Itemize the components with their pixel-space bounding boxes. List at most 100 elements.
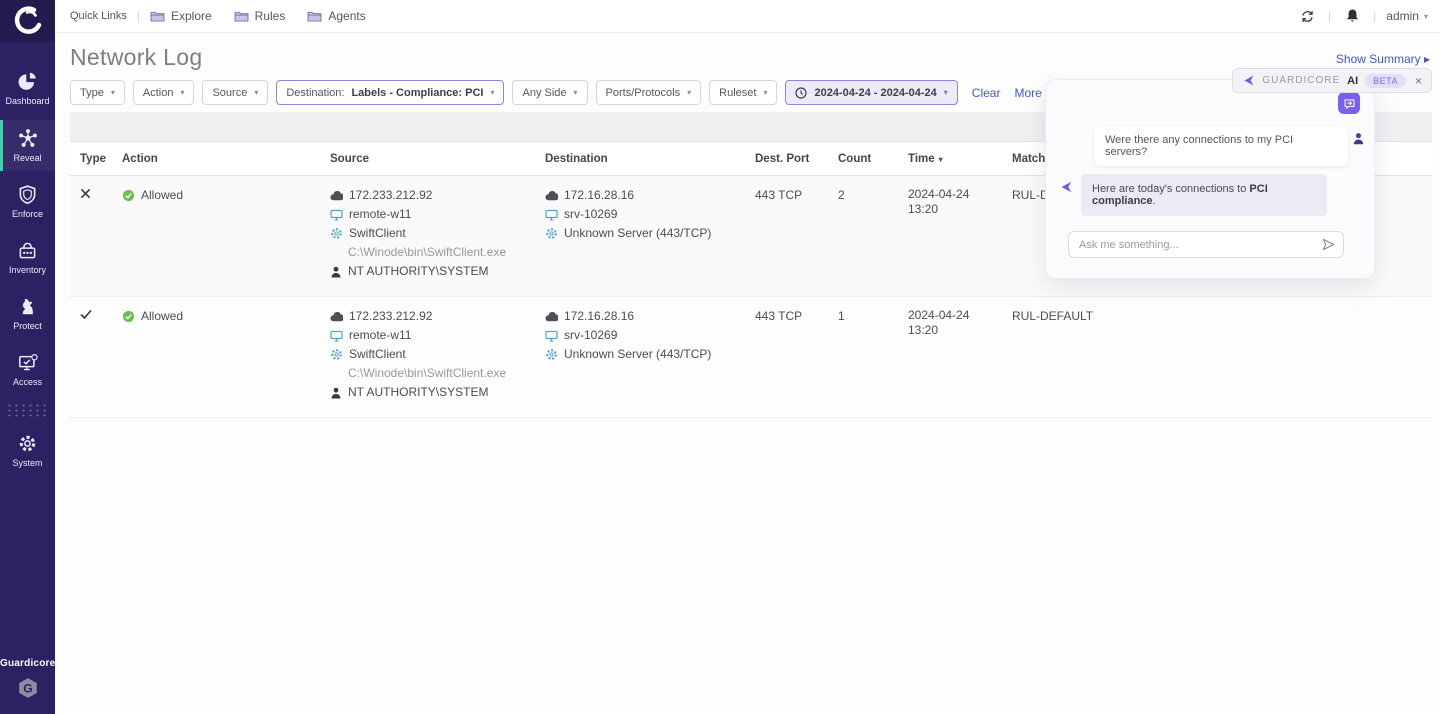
svg-text:G: G [23,681,32,695]
ai-message-prefix: Here are today's connections to [1092,183,1249,195]
chevron-down-icon: ▾ [111,88,115,97]
col-header-source[interactable]: Source [330,142,545,175]
enforce-shield-icon [18,185,37,204]
filter-date-range[interactable]: 2024-04-24 - 2024-04-24 ▾ [785,80,957,105]
topnav-item-label: Rules [255,9,286,23]
cloud-icon [330,312,343,322]
cell-time: 2024-04-24 13:20 [908,297,1012,417]
filter-destination[interactable]: Destination: Labels - Compliance: PCI ▾ [276,80,504,105]
topnav-item-label: Explore [171,9,212,23]
action-label: Allowed [141,308,183,325]
clock-icon [795,87,807,99]
cell-dest-port: 443 TCP [755,176,838,296]
topbar-divider: | [1373,9,1376,23]
sidebar-item-label: Access [13,377,42,387]
chat-ai-avatar-icon [1059,180,1073,199]
source-user: NT AUTHORITY\SYSTEM [348,263,488,280]
sidebar-item-reveal[interactable]: Reveal [0,120,55,171]
filter-label: Action [143,87,174,99]
source-ip: 172.233.212.92 [349,308,432,325]
topbar-divider: | [1328,9,1331,23]
filter-any-side[interactable]: Any Side ▾ [512,80,587,105]
sidebar-item-label: Dashboard [5,96,49,106]
cell-destination: 172.16.28.16 srv-10269 Unknown Server (4… [545,176,755,296]
refresh-button[interactable] [1296,5,1318,27]
col-header-time[interactable]: Time ▾ [908,142,1012,175]
guardicore-ai-chip[interactable]: GUARDICORE AI BETA × [1232,68,1432,93]
filter-ruleset[interactable]: Ruleset ▾ [709,80,777,105]
quick-links[interactable]: Quick Links [70,10,127,22]
process-gear-icon [545,227,558,240]
cell-dest-port: 443 TCP [755,297,838,417]
admin-menu[interactable]: admin ▾ [1386,9,1428,23]
sidebar-item-access[interactable]: Access [0,345,55,395]
sidebar-brand: Guardicore G [0,658,55,704]
dest-service: Unknown Server (443/TCP) [564,346,711,363]
ai-chip-ai: AI [1347,75,1358,87]
chevron-down-icon: ▾ [254,88,258,97]
beta-badge: BETA [1365,74,1406,88]
chevron-down-icon: ▾ [1424,12,1428,21]
access-terminal-icon [18,353,38,372]
host-icon [330,330,343,342]
sidebar-item-enforce[interactable]: Enforce [0,177,55,227]
cell-count: 1 [838,297,908,417]
col-header-action[interactable]: Action [122,142,330,175]
page-title: Network Log [70,44,202,71]
show-summary-link[interactable]: Show Summary ▸ [1336,52,1430,66]
table-row[interactable]: Allowed 172.233.212.92 remote-w11 [70,297,1432,418]
send-button[interactable] [1321,237,1336,257]
chat-input[interactable] [1069,239,1343,251]
col-header-dest-port[interactable]: Dest. Port [755,142,838,175]
col-header-destination[interactable]: Destination [545,142,755,175]
x-mark-icon [80,188,91,199]
time-date: 2024-04-24 [908,308,1006,323]
filter-source[interactable]: Source ▾ [202,80,268,105]
cloud-icon [330,191,343,201]
guardicore-logo[interactable] [0,0,55,42]
close-icon[interactable]: × [1415,74,1422,88]
system-gear-icon [18,434,37,453]
cell-source: 172.233.212.92 remote-w11 SwiftClient [330,297,545,417]
filter-type[interactable]: Type ▾ [70,80,125,105]
sidebar-item-inventory[interactable]: Inventory [0,233,55,283]
sidebar-item-label: System [12,458,42,468]
chevron-down-icon: ▾ [490,88,494,97]
sidebar-item-system[interactable]: System [0,426,55,476]
inventory-icon [18,241,37,260]
sidebar-item-protect[interactable]: Protect [0,289,55,339]
cell-action: Allowed [122,297,330,417]
new-chat-button[interactable] [1338,92,1360,114]
user-icon [330,387,342,399]
process-gear-icon [330,227,343,240]
clear-filters-link[interactable]: Clear [972,86,1001,100]
reveal-graph-icon [18,128,38,148]
dest-service: Unknown Server (443/TCP) [564,225,711,242]
chevron-right-icon: ▸ [1424,52,1430,66]
filter-label: Destination: [286,87,344,99]
dest-host: srv-10269 [564,206,617,223]
topnav-item-agents[interactable]: Agents [307,9,365,23]
filter-bar: Type ▾ Action ▾ Source ▾ Destination: La… [70,80,1078,105]
col-header-type[interactable]: Type [80,142,122,175]
filter-ports-protocols[interactable]: Ports/Protocols ▾ [596,80,702,105]
process-gear-icon [545,348,558,361]
topnav-item-explore[interactable]: Explore [150,9,212,23]
cell-time: 2024-04-24 13:20 [908,176,1012,296]
cell-type [80,297,122,417]
topbar-divider: | [137,9,140,23]
col-header-time-label: Time [908,153,935,165]
dest-ip: 172.16.28.16 [564,308,634,325]
source-path: C:\Winode\bin\SwiftClient.exe [348,365,506,382]
col-header-count[interactable]: Count [838,142,908,175]
sidebar-item-dashboard[interactable]: Dashboard [0,64,55,114]
guardicore-ai-panel: Were there any connections to my PCI ser… [1045,79,1375,279]
notifications-button[interactable] [1341,5,1363,27]
topnav-item-rules[interactable]: Rules [234,9,286,23]
filter-action[interactable]: Action ▾ [133,80,195,105]
topnav-item-label: Agents [328,9,365,23]
cell-destination: 172.16.28.16 srv-10269 Unknown Server (4… [545,297,755,417]
cell-type [80,176,122,296]
chevron-down-icon: ▾ [687,88,691,97]
source-ip: 172.233.212.92 [349,187,432,204]
